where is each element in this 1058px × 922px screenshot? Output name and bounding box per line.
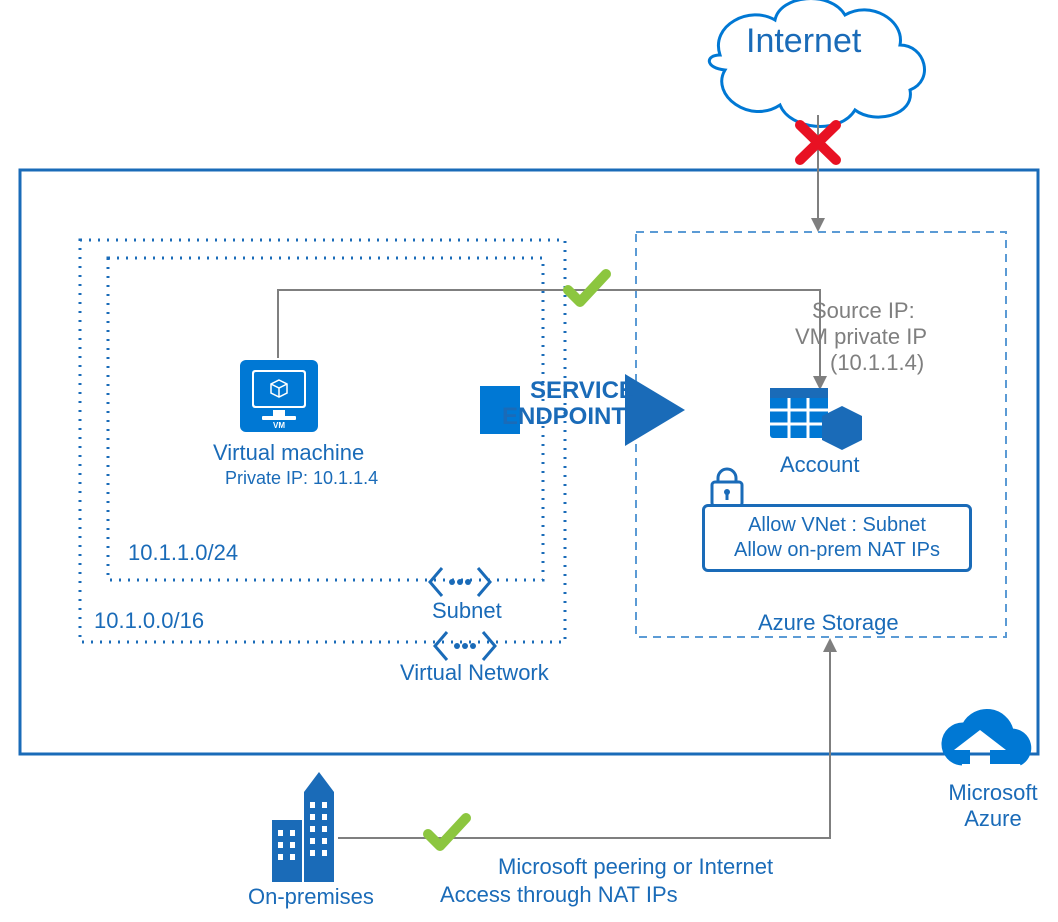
arrow-vm-to-storage bbox=[278, 290, 827, 390]
lock-icon bbox=[712, 469, 742, 506]
allow-vm-icon bbox=[568, 274, 606, 302]
azure-cloud-icon bbox=[943, 710, 1030, 764]
diagram-svg: VM bbox=[0, 0, 1058, 922]
internet-cloud-icon bbox=[709, 0, 924, 126]
service-endpoint-label-2: ENDPOINT bbox=[502, 404, 626, 429]
internet-label: Internet bbox=[746, 22, 861, 61]
storage-account-icon bbox=[770, 388, 862, 450]
allow-onprem-icon bbox=[428, 818, 466, 846]
subnet-frame bbox=[108, 258, 543, 580]
vm-private-ip: Private IP: 10.1.1.4 bbox=[225, 468, 378, 489]
diagram-canvas: VM bbox=[0, 0, 1058, 922]
source-ip-line3: (10.1.1.4) bbox=[830, 350, 924, 376]
account-rule-1: Allow VNet : Subnet bbox=[719, 513, 955, 538]
subnet-icon bbox=[430, 568, 490, 596]
vnet-icon bbox=[435, 632, 495, 660]
service-endpoint-label-1: SERVICE bbox=[530, 378, 635, 403]
account-label: Account bbox=[780, 452, 860, 478]
source-ip-line1: Source IP: bbox=[812, 298, 915, 324]
onprem-label: On-premises bbox=[248, 884, 374, 910]
subnet-cidr: 10.1.1.0/24 bbox=[128, 540, 238, 566]
vm-icon: VM bbox=[240, 360, 318, 432]
vm-title: Virtual machine bbox=[213, 440, 364, 466]
onprem-path-1: Microsoft peering or Internet bbox=[498, 854, 773, 880]
onprem-icon bbox=[272, 772, 334, 882]
storage-region-label: Azure Storage bbox=[758, 610, 899, 636]
azure-region-label: Microsoft Azure bbox=[938, 780, 1048, 832]
vnet-label: Virtual Network bbox=[400, 660, 549, 686]
source-ip-line2: VM private IP bbox=[795, 324, 927, 350]
svg-text:VM: VM bbox=[273, 421, 285, 430]
account-rules-box: Allow VNet : Subnet Allow on-prem NAT IP… bbox=[702, 504, 972, 572]
account-rule-2: Allow on-prem NAT IPs bbox=[719, 538, 955, 563]
onprem-path-2: Access through NAT IPs bbox=[440, 882, 678, 908]
vnet-cidr: 10.1.0.0/16 bbox=[94, 608, 204, 634]
subnet-label: Subnet bbox=[432, 598, 502, 624]
